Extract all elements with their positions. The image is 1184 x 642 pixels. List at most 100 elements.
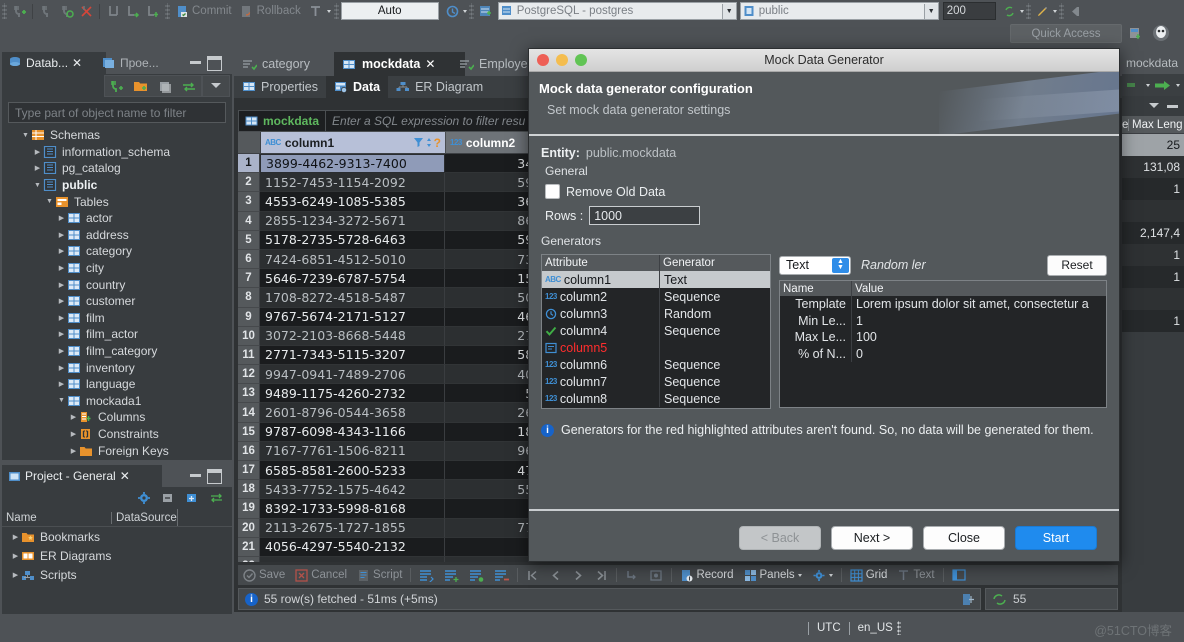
attribute-row[interactable]: column3 Random — [542, 305, 770, 322]
chevron-right-icon[interactable]: ▶ — [56, 347, 67, 355]
fetch-next-button[interactable] — [620, 565, 644, 585]
cell-column1[interactable]: 3899-4462-9313-7400 — [260, 154, 445, 174]
right-panel-row[interactable]: 131,08 — [1122, 156, 1184, 178]
right-panel-row[interactable] — [1122, 200, 1184, 222]
row-number[interactable]: 22 — [238, 556, 260, 562]
connection-dropdown-icon[interactable]: ▼ — [721, 3, 736, 19]
connect-icon[interactable] — [36, 2, 56, 20]
cell-column1[interactable]: 3072-2103-8668-5448 — [260, 326, 445, 346]
attribute-row[interactable]: 123 column7 Sequence — [542, 373, 770, 390]
tree-item-pg-catalog[interactable]: ▶ pg_catalog — [2, 160, 232, 177]
tree-item-language[interactable]: ▶ language — [2, 376, 232, 393]
chevron-right-icon[interactable]: ▶ — [32, 164, 43, 172]
maximize-panel-button[interactable] — [207, 56, 222, 71]
footer-grip[interactable] — [896, 621, 901, 635]
close-icon[interactable]: ✕ — [72, 56, 82, 70]
project-settings-button[interactable] — [132, 488, 156, 508]
row-number[interactable]: 3 — [238, 192, 260, 212]
chevron-right-icon[interactable]: ▶ — [56, 264, 67, 272]
attribute-row[interactable]: 123 column8 Sequence — [542, 390, 770, 407]
record-button[interactable]: Record — [675, 565, 738, 585]
minimize-project-button[interactable] — [190, 474, 201, 477]
chevron-right-icon[interactable]: ▶ — [56, 297, 67, 305]
attribute-row[interactable]: ABC column1 Text — [542, 271, 770, 288]
grid-view-button[interactable]: Grid — [845, 565, 893, 585]
cell-column1[interactable]: 5433-7752-1575-4642 — [260, 480, 445, 500]
chevron-right-icon[interactable]: ▶ — [10, 571, 21, 579]
cell-column1[interactable]: 6585-8581-2600-5233 — [260, 461, 445, 481]
cancel-button[interactable]: Cancel — [290, 565, 352, 585]
attribute-name-cell[interactable]: 123 column7 — [542, 373, 660, 390]
dialog-title-bar[interactable]: Mock Data Generator — [529, 49, 1119, 72]
sync-schema-icon[interactable] — [1000, 2, 1020, 20]
cell-column1[interactable]: 7424-6851-4512-5010 — [260, 249, 445, 270]
right-panel-column-header[interactable]: e Max Leng — [1122, 116, 1184, 134]
row-number[interactable]: 12 — [238, 365, 260, 385]
tab-project-general[interactable]: Project - General ✕ — [2, 465, 162, 487]
generator-properties-table[interactable]: Name Value Template Lorem ipsum dolor sit… — [779, 280, 1107, 408]
edit-pencil-icon[interactable] — [1033, 2, 1053, 20]
row-number[interactable]: 15 — [238, 422, 260, 442]
new-folder-button[interactable] — [129, 76, 153, 96]
attribute-name-cell[interactable]: 123 column8 — [542, 390, 660, 407]
back-nav-icon[interactable] — [1066, 2, 1086, 20]
cell-column1[interactable]: 9767-5674-2171-5127 — [260, 307, 445, 327]
row-number[interactable]: 13 — [238, 384, 260, 404]
delete-row-button[interactable] — [489, 565, 514, 585]
property-value[interactable]: 1 — [852, 314, 1106, 328]
project-expand-button[interactable] — [180, 488, 204, 508]
database-tree[interactable]: ▼ Schemas ▶ information_schema ▶ pg_catalog ▼ p… — [2, 127, 232, 457]
cell-column1[interactable]: 4448-2753-4639-1417 — [260, 556, 445, 562]
cell-column1[interactable]: 2113-2675-1727-1855 — [260, 518, 445, 538]
chevron-right-icon[interactable]: ▶ — [56, 247, 67, 255]
property-row[interactable]: Max Le... 100 — [780, 329, 1106, 346]
row-number[interactable]: 8 — [238, 288, 260, 308]
chevron-right-icon[interactable]: ▶ — [56, 380, 67, 388]
grid-corner-cell[interactable] — [238, 132, 261, 154]
nav-forward-icon[interactable] — [1154, 80, 1172, 91]
next-row-button[interactable] — [567, 565, 590, 585]
fetch-all-button[interactable] — [644, 565, 668, 585]
panels-button[interactable]: Panels — [739, 565, 807, 585]
chevron-down-icon[interactable]: ▼ — [56, 397, 67, 404]
cell-column1[interactable]: 2601-8796-0544-3658 — [260, 403, 445, 423]
first-row-button[interactable] — [521, 565, 544, 585]
cell-column1[interactable]: 2771-7343-5115-3207 — [260, 345, 445, 366]
toolbar-grip-3[interactable] — [333, 3, 339, 19]
nav-forward-chevron-icon[interactable] — [1176, 83, 1180, 87]
right-panel-row[interactable]: 1 — [1122, 266, 1184, 288]
status-detail-button[interactable] — [961, 592, 976, 607]
tab-database-navigator[interactable]: Datab... ✕ — [2, 52, 106, 74]
transaction-mode-combo[interactable]: Auto — [340, 2, 439, 20]
property-row[interactable]: Template Lorem ipsum dolor sit amet, cons… — [780, 296, 1106, 313]
save-button[interactable]: Save — [238, 565, 290, 585]
minimize-panel-button[interactable] — [190, 61, 201, 64]
attribute-row[interactable]: column5 — [542, 339, 770, 356]
text-view-button[interactable]: Text — [892, 565, 939, 585]
script-button[interactable]: Script — [352, 565, 407, 585]
tab-editor-mockdata[interactable]: mockdata ✕ — [334, 52, 465, 76]
chevron-right-icon[interactable]: ▶ — [68, 413, 79, 421]
right-panel-row[interactable]: 2,147,4 — [1122, 222, 1184, 244]
cell-column1[interactable]: 4056-4297-5540-2132 — [260, 537, 445, 557]
row-number[interactable]: 1 — [238, 154, 260, 174]
chevron-right-icon[interactable]: ▶ — [68, 430, 79, 438]
toolbar-grip-6[interactable] — [1058, 3, 1064, 19]
cell-column1[interactable]: 5646-7239-6787-5754 — [260, 269, 445, 289]
row-number[interactable]: 21 — [238, 537, 260, 557]
project-link-button[interactable] — [204, 488, 228, 508]
properties-list[interactable]: Template Lorem ipsum dolor sit amet, cons… — [780, 296, 1106, 362]
tree-item-film-actor[interactable]: ▶ film_actor — [2, 326, 232, 343]
tree-item-city[interactable]: ▶ city — [2, 260, 232, 277]
new-perspective-icon[interactable] — [1128, 26, 1142, 40]
fetch-size-input[interactable]: 200 — [942, 2, 996, 20]
right-panel-row[interactable] — [1122, 288, 1184, 310]
toolbar-grip-5[interactable] — [1025, 3, 1031, 19]
tab-right-mockdata[interactable]: mockdata — [1126, 52, 1178, 74]
toggle-panel-button[interactable] — [947, 565, 971, 585]
row-number[interactable]: 18 — [238, 480, 260, 500]
maximize-project-button[interactable] — [207, 469, 222, 484]
cell-column1[interactable]: 8392-1733-5998-8168 — [260, 499, 445, 519]
property-value[interactable]: 100 — [852, 330, 1106, 344]
project-item-er-diagrams[interactable]: ▶ ER Diagrams — [2, 546, 232, 565]
